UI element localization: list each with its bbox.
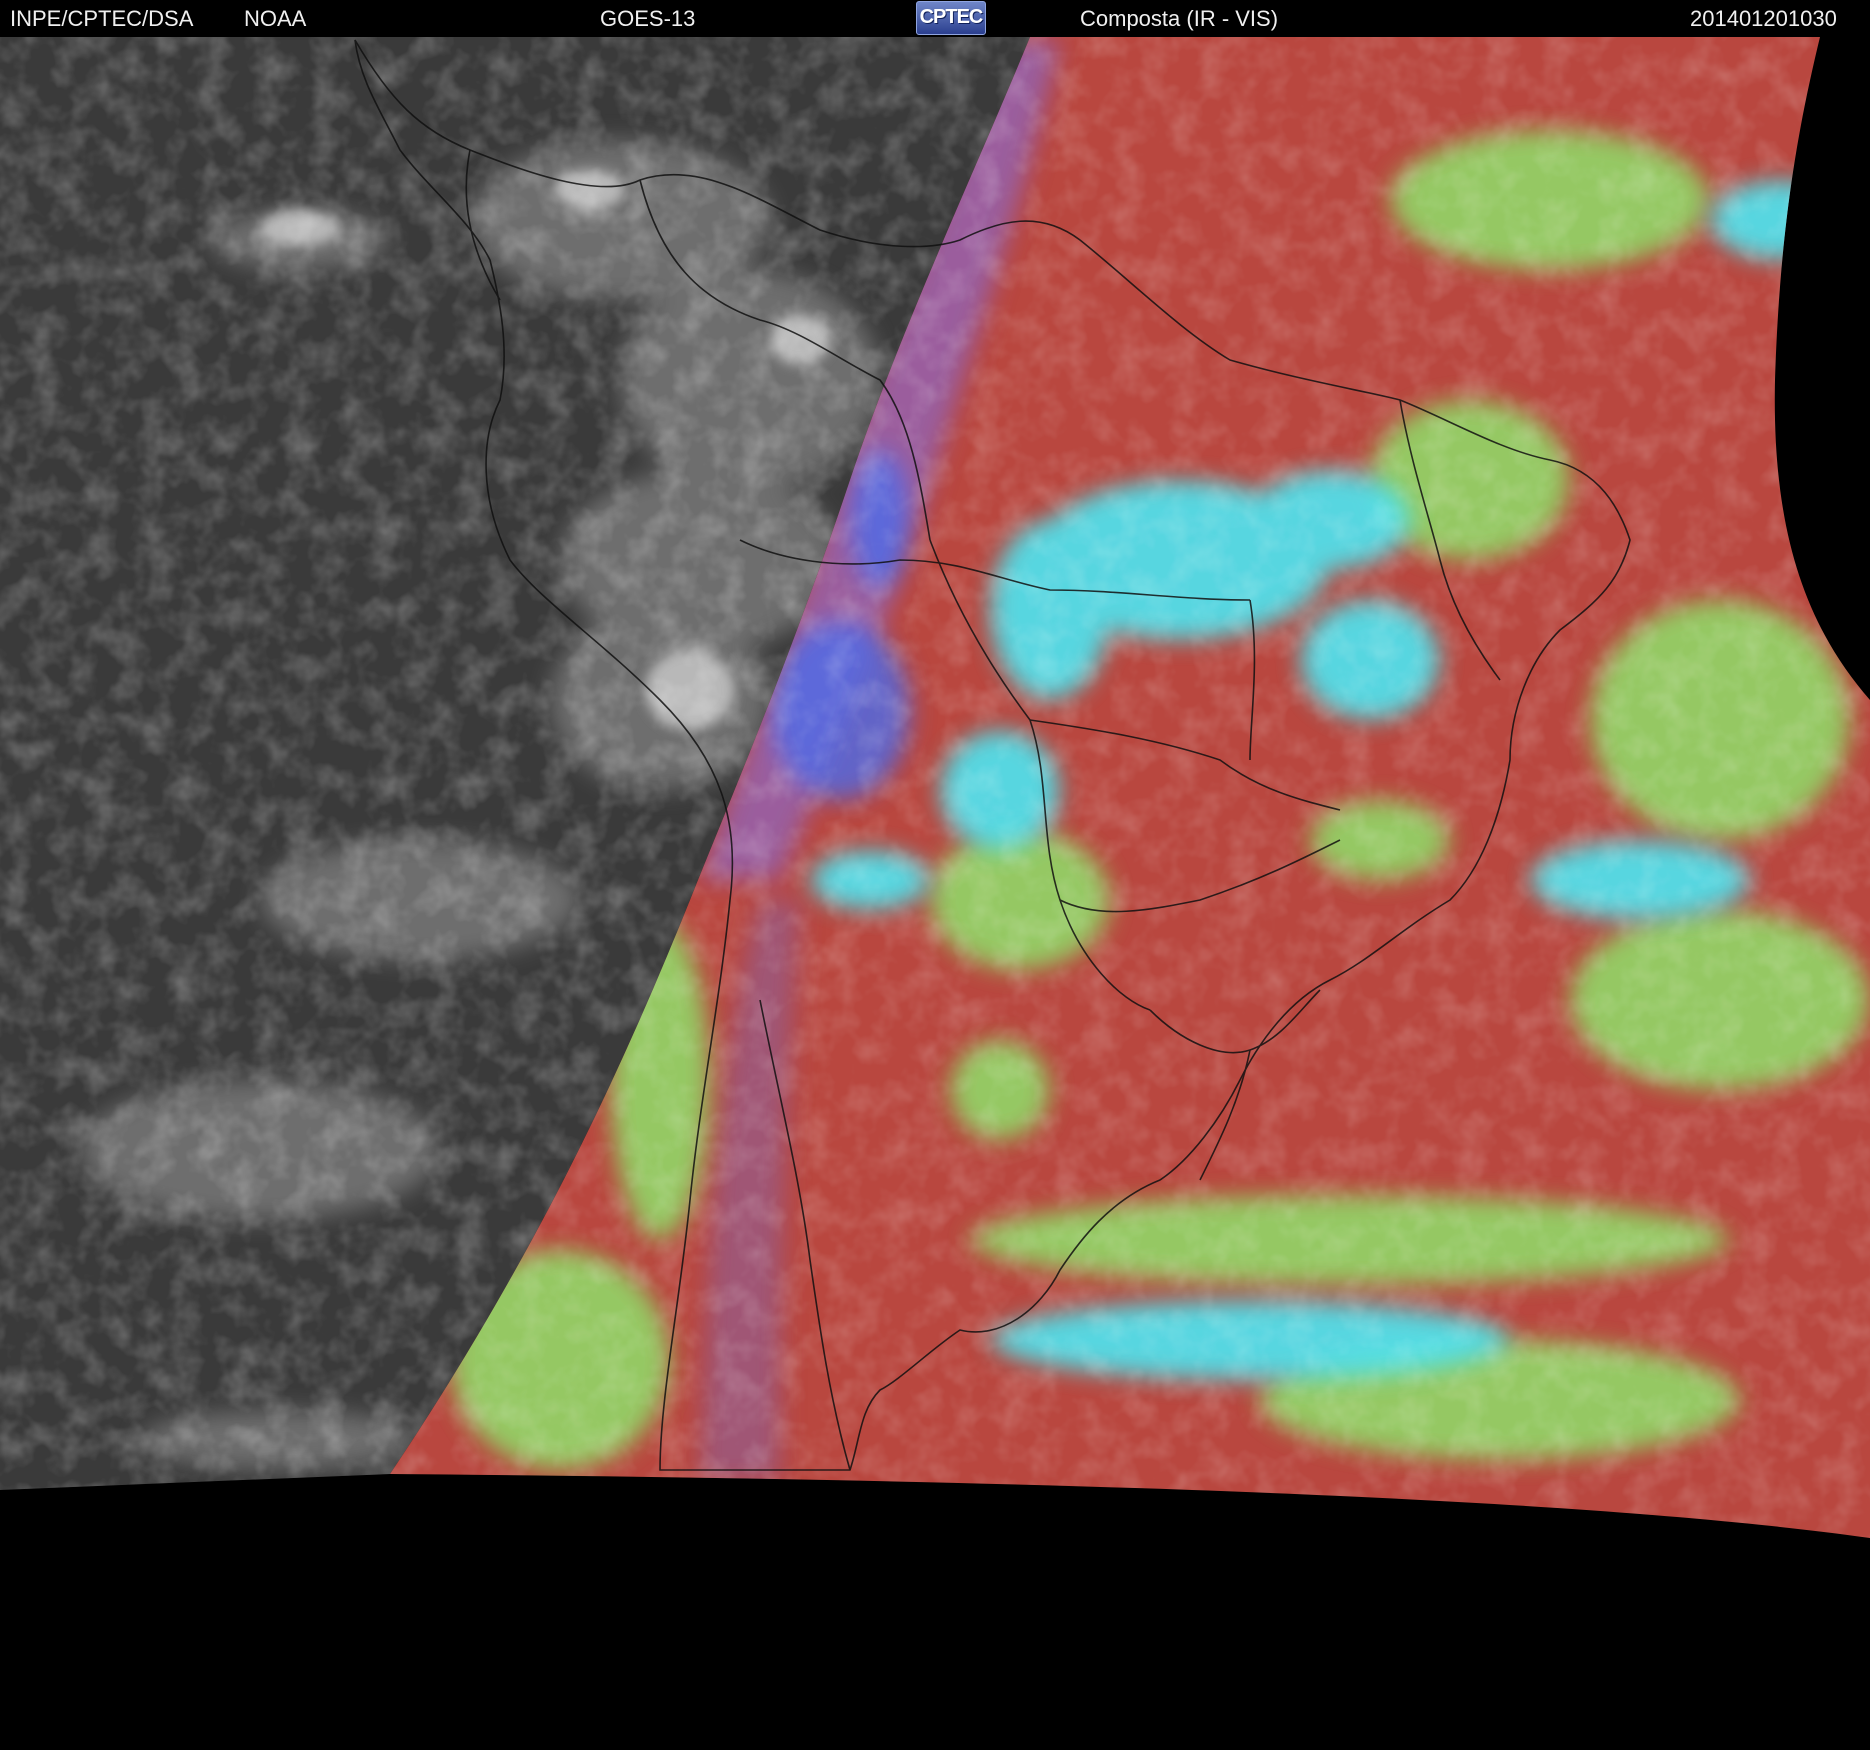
product-label: Composta (IR - VIS) xyxy=(1080,6,1279,31)
satellite-composite-image xyxy=(0,37,1870,1750)
cptec-logo-text: CPTEC xyxy=(919,6,984,28)
cptec-logo: CPTEC xyxy=(916,1,986,35)
source-label: INPE/CPTEC/DSA xyxy=(10,6,194,31)
satellite-label: GOES-13 xyxy=(600,6,696,31)
image-header-bar: INPE/CPTEC/DSA NOAA GOES-13 CPTEC Compos… xyxy=(0,0,1870,37)
agency-label: NOAA xyxy=(244,6,307,31)
timestamp-label: 201401201030 xyxy=(1690,6,1837,31)
